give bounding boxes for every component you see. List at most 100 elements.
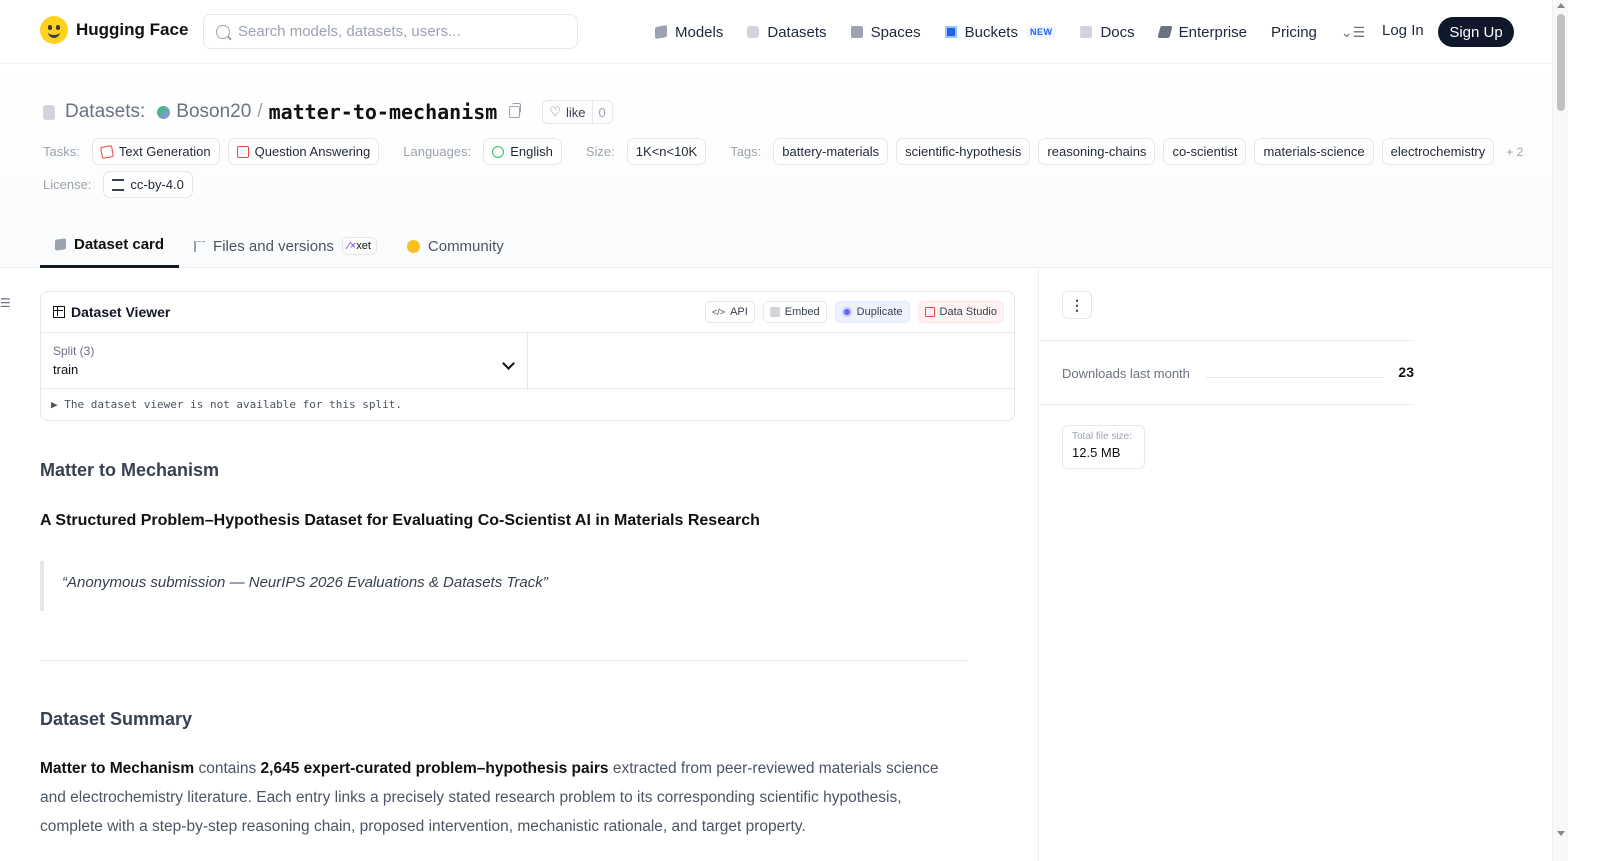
tab-files-and-versions[interactable]: Files and versions ⁄×xet xyxy=(179,224,392,268)
tags-label: Tags: xyxy=(730,144,762,159)
split-select[interactable]: Split (3) train xyxy=(41,333,528,388)
scroll-up-icon[interactable] xyxy=(1557,3,1565,8)
size-label: Size: xyxy=(585,144,615,159)
database-icon xyxy=(43,104,55,120)
viewer-unavailable-note[interactable]: ▶ The dataset viewer is not available fo… xyxy=(41,389,1014,420)
downloads-value: 23 xyxy=(1398,364,1414,380)
nav-link-pricing[interactable]: Pricing xyxy=(1271,18,1317,46)
repo-header: Datasets: Boson20 / matter-to-mechanism … xyxy=(0,64,1552,268)
login-link[interactable]: Log In xyxy=(1382,22,1424,39)
nav-link-label: Datasets xyxy=(767,23,827,41)
scroll-down-icon[interactable] xyxy=(1557,831,1565,836)
divider xyxy=(1039,404,1414,405)
downloads-label: Downloads last month xyxy=(1062,366,1190,381)
more-tags-link[interactable]: + 2 xyxy=(1506,145,1523,159)
owner-link[interactable]: Boson20 xyxy=(176,101,251,123)
data-studio-button[interactable]: Data Studio xyxy=(917,301,1004,323)
globe-icon xyxy=(492,145,505,158)
top-nav: Hugging Face Models Datasets Spaces Buck… xyxy=(0,0,1552,64)
tag-chip[interactable]: materials-science xyxy=(1254,138,1374,165)
tab-label: Files and versions xyxy=(213,237,334,255)
split-row: Split (3) train xyxy=(41,333,1014,389)
copy-icon[interactable] xyxy=(509,103,522,118)
languages-label: Languages: xyxy=(403,144,472,159)
path-separator: / xyxy=(257,101,263,122)
heart-icon: ♡ xyxy=(549,104,561,119)
metadata-row: Tasks: Text Generation Question Answerin… xyxy=(43,138,1523,165)
chip-label: Question Answering xyxy=(254,144,371,159)
license-chip[interactable]: cc-by-4.0 xyxy=(103,171,193,198)
split-value: train xyxy=(53,362,79,377)
search-input[interactable] xyxy=(238,23,558,40)
dataset-card-icon xyxy=(55,238,66,251)
duplicate-button[interactable]: Duplicate xyxy=(834,301,910,323)
chip-label: cc-by-4.0 xyxy=(130,177,184,192)
duplicate-icon xyxy=(841,307,852,317)
nav-link-label: Pricing xyxy=(1271,23,1317,41)
search-icon xyxy=(216,24,230,39)
size-chip[interactable]: 1K<n<10K xyxy=(626,138,707,165)
tag-chip[interactable]: scientific-hypothesis xyxy=(896,138,1031,165)
viewer-title: Dataset Viewer xyxy=(71,304,171,320)
column-divider xyxy=(1038,268,1039,861)
brand-link[interactable]: Hugging Face xyxy=(40,16,188,44)
divider xyxy=(40,660,967,661)
signup-button[interactable]: Sign Up xyxy=(1438,17,1514,47)
book-icon xyxy=(1080,26,1093,38)
card-title: Matter to Mechanism xyxy=(40,460,220,480)
text-generation-icon xyxy=(99,144,114,159)
nav-link-buckets[interactable]: Buckets NEW xyxy=(944,18,1057,46)
nav-link-datasets[interactable]: Datasets xyxy=(747,18,827,46)
language-chip-english[interactable]: English xyxy=(483,138,562,165)
dataset-viewer: Dataset Viewer </> API Embed Duplicate Da… xyxy=(40,291,1015,421)
database-icon xyxy=(747,26,760,38)
repo-tabs: Dataset card Files and versions ⁄×xet Co… xyxy=(40,224,519,268)
downloads-sparkline xyxy=(1206,377,1384,378)
like-button[interactable]: ♡ like 0 xyxy=(542,100,613,124)
license-row: License: cc-by-4.0 xyxy=(43,171,195,198)
repo-title: Datasets: Boson20 / matter-to-mechanism … xyxy=(43,100,613,124)
like-label: like xyxy=(566,104,586,120)
api-button[interactable]: </> API xyxy=(705,301,755,323)
bucket-icon xyxy=(944,26,957,38)
summary-bold: Matter to Mechanism xyxy=(40,760,195,777)
summary-paragraph: Matter to Mechanism contains 2,645 exper… xyxy=(40,760,939,835)
summary-heading: Dataset Summary xyxy=(40,709,193,729)
cube-icon xyxy=(655,24,667,40)
sidebar-toggle-icon[interactable]: ☰ xyxy=(0,296,11,310)
repo-name-link[interactable]: matter-to-mechanism xyxy=(269,100,498,124)
files-icon xyxy=(194,240,206,252)
chip-label: Text Generation xyxy=(118,144,211,159)
nav-link-docs[interactable]: Docs xyxy=(1080,18,1135,46)
grid-icon xyxy=(850,26,863,38)
like-count: 0 xyxy=(591,101,612,123)
tab-community[interactable]: Community xyxy=(392,224,519,268)
tag-chip[interactable]: co-scientist xyxy=(1163,138,1247,165)
task-chip-question-answering[interactable]: Question Answering xyxy=(227,138,380,165)
tag-chip[interactable]: battery-materials xyxy=(773,138,889,165)
file-size-value: 12.5 MB xyxy=(1072,445,1121,460)
tag-chip[interactable]: reasoning-chains xyxy=(1038,138,1156,165)
new-badge: NEW xyxy=(1025,26,1057,38)
more-menu-icon[interactable]: ⌄☰ xyxy=(1341,24,1365,41)
nav-link-spaces[interactable]: Spaces xyxy=(850,18,921,46)
tab-dataset-card[interactable]: Dataset card xyxy=(40,224,180,268)
nav-link-label: Spaces xyxy=(870,23,921,41)
nav-links: Models Datasets Spaces Buckets NEW Docs … xyxy=(655,18,1389,46)
repo-type-label: Datasets: xyxy=(65,101,146,122)
brand-name: Hugging Face xyxy=(76,20,189,39)
task-chip-text-generation[interactable]: Text Generation xyxy=(91,138,220,165)
more-options-button[interactable]: ⋮ xyxy=(1062,291,1092,319)
embed-button[interactable]: Embed xyxy=(762,301,827,323)
xet-badge: ⁄×xet xyxy=(341,237,377,255)
license-label: License: xyxy=(43,177,92,192)
summary-bold: 2,645 expert-curated problem–hypothesis … xyxy=(260,760,609,777)
page-scrollbar[interactable] xyxy=(1552,0,1568,861)
file-size-box: Total file size: 12.5 MB xyxy=(1062,425,1145,469)
nav-link-enterprise[interactable]: Enterprise xyxy=(1157,18,1247,46)
nav-link-models[interactable]: Models xyxy=(655,18,723,46)
search-box[interactable] xyxy=(203,14,578,49)
scroll-thumb[interactable] xyxy=(1557,14,1565,111)
table-icon xyxy=(53,306,65,318)
tag-chip[interactable]: electrochemistry xyxy=(1381,138,1495,165)
